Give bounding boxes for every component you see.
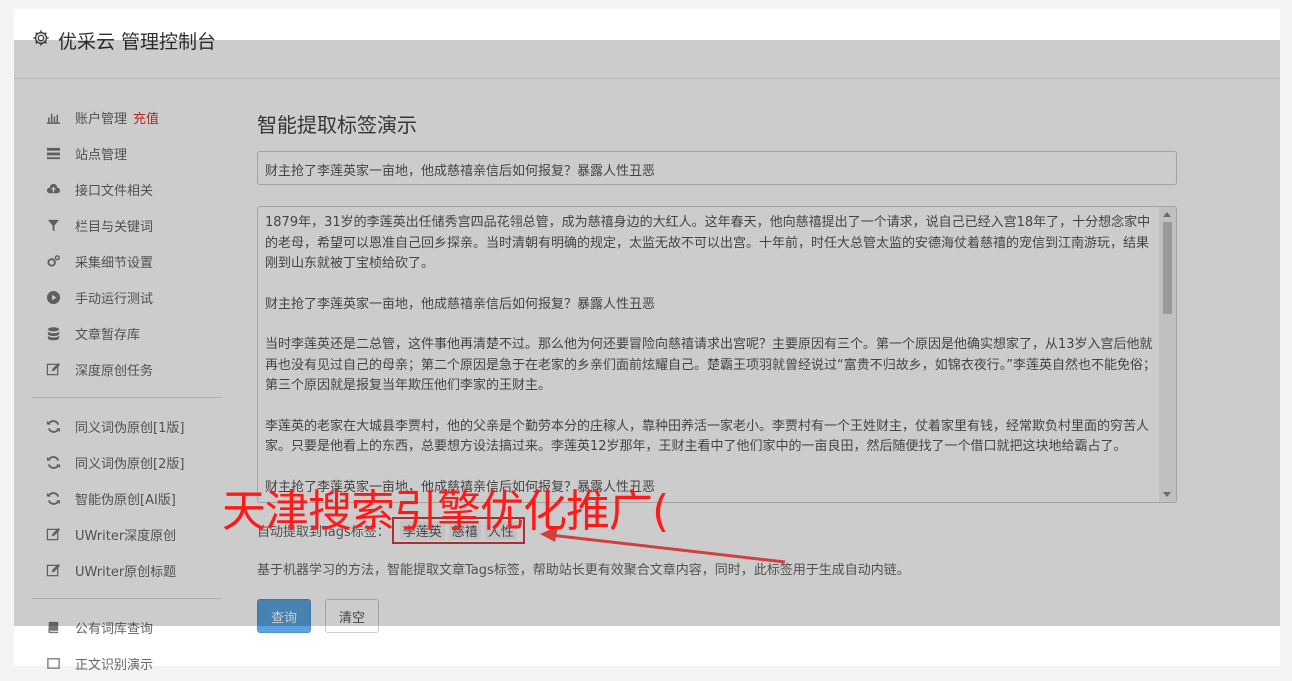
sidebar-item-interface[interactable]: 接口文件相关 [32,171,222,207]
brand[interactable]: 优采云 管理控制台 [32,27,216,54]
app-title: 优采云 管理控制台 [58,31,217,53]
sidebar-item-uwriter-title[interactable]: UWriter原创标题 [32,552,222,588]
action-buttons: 查询 清空 [257,599,379,633]
edit-icon [44,562,62,578]
recharge-link[interactable]: 充值 [133,108,159,127]
scroll-down-arrow[interactable] [1163,492,1171,497]
clear-button[interactable]: 清空 [325,599,379,633]
gears-icon [44,253,62,269]
list-icon [44,145,62,161]
article-content-text: 1879年，31岁的李莲英出任储秀宫四品花翎总管，成为慈禧身边的大红人。这年春天… [265,215,1156,495]
gear-icon [32,29,50,52]
cloud-upload-icon [44,181,62,197]
sidebar-item-account[interactable]: 账户管理 充值 [32,99,222,135]
sidebar: 账户管理 充值 站点管理 接口文件相关 栏目与关键词 采集细节设置 手动运行测试… [32,99,222,681]
sidebar-item-article-store[interactable]: 文章暂存库 [32,315,222,351]
sidebar-item-ai-rewrite[interactable]: 智能伪原创[AI版] [32,480,222,516]
sidebar-item-synonym-v2[interactable]: 同义词伪原创[2版] [32,444,222,480]
textarea-scrollbar[interactable] [1159,207,1176,502]
sidebar-item-collect-settings[interactable]: 采集细节设置 [32,243,222,279]
refresh-icon [44,454,62,470]
refresh-icon [44,418,62,434]
sidebar-divider [32,397,222,398]
sidebar-item-sites[interactable]: 站点管理 [32,135,222,171]
sidebar-item-text-recognition[interactable]: 正文识别演示 [32,645,222,681]
filter-icon [44,217,62,233]
square-icon [44,655,62,671]
edit-icon [44,526,62,542]
article-content-textarea[interactable]: 1879年，31岁的李莲英出任储秀宫四品花翎总管，成为慈禧身边的大红人。这年春天… [257,206,1177,503]
header: 优采云 管理控制台 [14,9,1280,79]
database-icon [44,325,62,341]
sidebar-item-manual-run[interactable]: 手动运行测试 [32,279,222,315]
sidebar-item-keywords[interactable]: 栏目与关键词 [32,207,222,243]
sidebar-item-deep-original[interactable]: 深度原创任务 [32,351,222,387]
main-content: 智能提取标签演示 财主抢了李莲英家一亩地，他成慈禧亲信后如何报复？暴露人性丑恶 … [257,109,1177,633]
sidebar-item-uwriter-deep[interactable]: UWriter深度原创 [32,516,222,552]
article-title-input[interactable]: 财主抢了李莲英家一亩地，他成慈禧亲信后如何报复？暴露人性丑恶 [257,151,1177,185]
edit-icon [44,361,62,377]
play-circle-icon [44,289,62,305]
query-button[interactable]: 查询 [257,599,311,633]
bar-chart-icon [44,109,62,125]
refresh-icon [44,490,62,506]
sidebar-divider [32,598,222,599]
scroll-up-arrow[interactable] [1163,212,1171,217]
sidebar-item-synonym-v1[interactable]: 同义词伪原创[1版] [32,408,222,444]
scroll-thumb[interactable] [1163,222,1172,314]
sidebar-item-public-lexicon[interactable]: 公有词库查询 [32,609,222,645]
book-icon [44,619,62,635]
watermark-text: 天津搜索引擎优化推广( [222,486,669,537]
page-title: 智能提取标签演示 [257,113,417,137]
